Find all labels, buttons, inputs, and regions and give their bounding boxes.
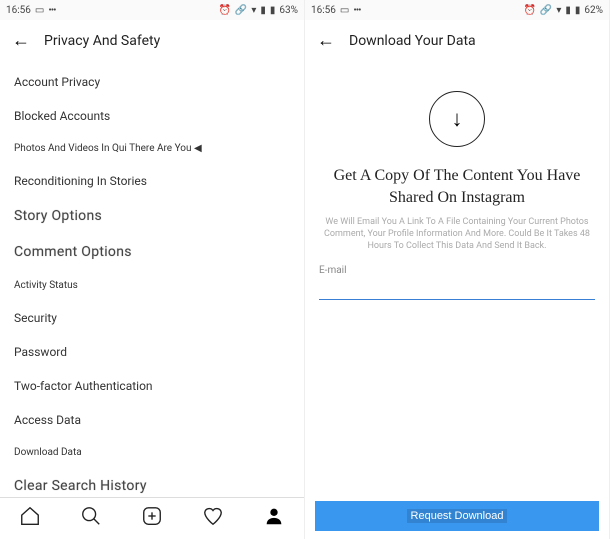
download-description: We Will Email You A Link To A File Conta… (305, 208, 609, 264)
link-icon: 🔗 (235, 5, 247, 16)
back-arrow-icon[interactable]: ← (12, 30, 30, 51)
home-icon[interactable] (19, 505, 41, 532)
back-arrow-icon[interactable]: ← (317, 30, 335, 51)
menu-story-options[interactable]: Story Options (0, 198, 304, 234)
page-title: Download Your Data (349, 33, 476, 49)
menu-two-factor[interactable]: Two-factor Authentication (0, 369, 304, 403)
email-field-wrap: E-mail (305, 265, 609, 300)
status-bar: 16:56 ▭ ••• ⏰ 🔗 ▾ ▮ ▮ 63% (0, 0, 304, 20)
alarm-icon: ⏰ (218, 5, 230, 16)
menu-download-data[interactable]: Download Data (0, 437, 304, 468)
add-post-icon[interactable] (141, 505, 163, 532)
menu-security[interactable]: Security (0, 301, 304, 335)
menu-password[interactable]: Password (0, 335, 304, 369)
download-data-panel: 16:56 ▭ ••• ⏰ 🔗 ▾ ▮ ▮ 62% ← Download You… (305, 0, 610, 539)
menu-activity-status[interactable]: Activity Status (0, 270, 304, 301)
battery-text: 63% (279, 5, 298, 16)
rect-icon: ▭ (35, 5, 44, 16)
request-download-button[interactable]: Request Download (315, 501, 599, 531)
dots-icon: ••• (353, 5, 360, 16)
page-title: Privacy And Safety (44, 33, 160, 49)
wifi-icon: ▾ (251, 5, 256, 16)
download-arrow-icon: ↓ (429, 91, 485, 147)
menu-reconditioning[interactable]: Reconditioning In Stories (0, 164, 304, 198)
menu-photos-videos[interactable]: Photos And Videos In Qui There Are You ◀ (0, 133, 304, 164)
settings-menu: Account Privacy Blocked Accounts Photos … (0, 61, 304, 508)
battery-icon: ▮ (270, 5, 276, 16)
menu-account-privacy[interactable]: Account Privacy (0, 65, 304, 99)
signal-icon: ▮ (260, 5, 266, 16)
header: ← Download Your Data (305, 20, 609, 61)
menu-comment-options[interactable]: Comment Options (0, 234, 304, 270)
status-time: 16:56 (311, 5, 336, 16)
battery-text: 62% (584, 5, 603, 16)
menu-blocked-accounts[interactable]: Blocked Accounts (0, 99, 304, 133)
email-label: E-mail (319, 265, 595, 278)
privacy-safety-panel: 16:56 ▭ ••• ⏰ 🔗 ▾ ▮ ▮ 63% ← Privacy And … (0, 0, 305, 539)
link-icon: 🔗 (540, 5, 552, 16)
search-icon[interactable] (80, 505, 102, 532)
activity-icon[interactable] (202, 505, 224, 532)
status-bar: 16:56 ▭ ••• ⏰ 🔗 ▾ ▮ ▮ 62% (305, 0, 609, 20)
dots-icon: ••• (48, 5, 55, 16)
alarm-icon: ⏰ (523, 5, 535, 16)
menu-access-data[interactable]: Access Data (0, 403, 304, 437)
wifi-icon: ▾ (556, 5, 561, 16)
download-heading: Get A Copy Of The Content You Have Share… (305, 165, 609, 208)
profile-icon[interactable] (263, 505, 285, 532)
header: ← Privacy And Safety (0, 20, 304, 61)
signal-icon: ▮ (565, 5, 571, 16)
battery-icon: ▮ (575, 5, 581, 16)
rect-icon: ▭ (340, 5, 349, 16)
request-download-label: Request Download (407, 509, 508, 523)
status-time: 16:56 (6, 5, 31, 16)
email-input[interactable] (319, 279, 595, 300)
arrow-down-icon: ↓ (452, 106, 463, 132)
bottom-nav (0, 497, 304, 539)
download-hero: ↓ (305, 91, 609, 147)
